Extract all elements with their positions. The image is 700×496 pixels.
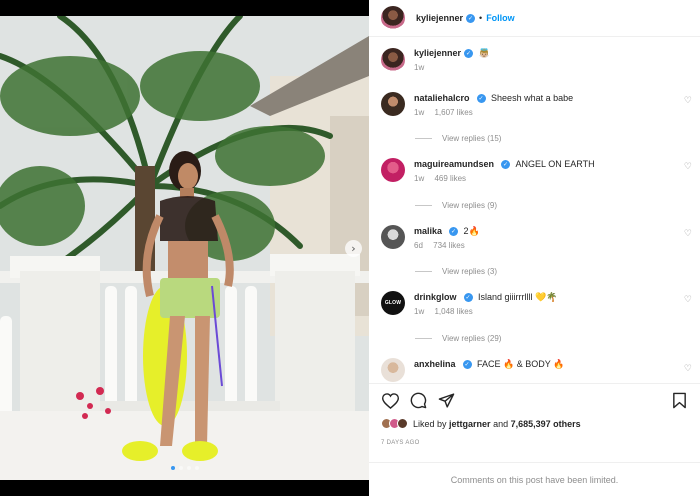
verified-badge-icon: ✓ <box>476 94 486 104</box>
carousel-dot <box>186 466 191 470</box>
view-replies-button[interactable]: View replies (3) <box>415 267 497 276</box>
comment-like-heart-icon[interactable]: ♡ <box>684 295 692 305</box>
likes-and: and <box>493 418 509 429</box>
carousel-dot <box>194 466 199 470</box>
comment-item: GLOW drinkglow ✓ Island giiirrrllll 💛🌴 1w… <box>381 291 700 316</box>
comment-text: Island giiirrrllll 💛🌴 <box>478 292 558 302</box>
liker-avatars[interactable] <box>381 418 408 429</box>
commenter-avatar[interactable] <box>381 358 405 382</box>
verified-badge-icon: ✓ <box>464 49 474 59</box>
comment-likes[interactable]: 1,048 likes <box>434 307 472 316</box>
bookmark-icon[interactable] <box>670 392 688 410</box>
comment-like-heart-icon[interactable]: ♡ <box>684 364 692 374</box>
author-avatar[interactable] <box>381 6 405 30</box>
author-avatar[interactable] <box>381 48 405 72</box>
comments-limited-notice: Comments on this post have been limited. <box>369 462 700 496</box>
view-replies-button[interactable]: View replies (15) <box>415 134 501 143</box>
post-details-panel: kyliejenner ✓ • Follow kyliejenner ✓ 👼🏼 1… <box>369 0 700 496</box>
carousel-indicator <box>0 466 369 470</box>
comment-username[interactable]: anxhelina <box>414 359 456 369</box>
send-icon[interactable] <box>437 392 455 410</box>
verified-badge-icon: ✓ <box>501 160 511 170</box>
caption-time: 1w <box>414 63 425 72</box>
comment-likes[interactable]: 734 likes <box>433 241 465 250</box>
verified-badge-icon: ✓ <box>466 13 476 23</box>
comment-text: FACE 🔥 & BODY 🔥 <box>477 359 565 369</box>
chevron-right-icon: › <box>351 242 356 255</box>
post-header: kyliejenner ✓ • Follow <box>369 0 700 37</box>
carousel-dot <box>170 466 175 470</box>
author-username[interactable]: kyliejenner <box>416 13 463 23</box>
liker-avatar <box>397 418 408 429</box>
post-actions-bar <box>369 383 700 417</box>
comment-time[interactable]: 1w <box>414 174 424 183</box>
comment-time[interactable]: 1w <box>414 108 424 117</box>
caption-username[interactable]: kyliejenner <box>414 48 461 58</box>
view-replies-button[interactable]: View replies (29) <box>415 334 501 343</box>
comment-item: maguireamundsen ✓ ANGEL ON EARTH 1w 469 l… <box>381 158 700 183</box>
view-replies-label: View replies (3) <box>442 267 497 276</box>
comment-like-heart-icon[interactable]: ♡ <box>684 229 692 239</box>
next-photo-button[interactable]: › <box>345 240 362 257</box>
comment-item: malika ✓ 2🔥 6d 734 likes ♡ <box>381 225 700 250</box>
post-caption: kyliejenner ✓ 👼🏼 1w <box>369 38 700 72</box>
likes-summary: Liked by jettgarner and 7,685,397 others <box>381 418 688 429</box>
verified-badge-icon: ✓ <box>449 227 459 237</box>
post-photo[interactable] <box>0 16 369 480</box>
comment-time[interactable]: 6d <box>414 241 423 250</box>
commenter-avatar[interactable] <box>381 225 405 249</box>
comment-time[interactable]: 1w <box>414 307 424 316</box>
comment-text: Sheesh what a babe <box>491 93 574 103</box>
carousel-dot <box>178 466 183 470</box>
replies-divider <box>415 205 432 206</box>
comment-text: ANGEL ON EARTH <box>515 159 595 169</box>
comment-likes[interactable]: 1,607 likes <box>434 108 472 117</box>
comments-list[interactable]: kyliejenner ✓ 👼🏼 1w nataliehalcro ✓ Sheesh… <box>369 38 700 382</box>
comment-text: 2🔥 <box>463 226 480 236</box>
likes-prefix: Liked by <box>413 418 447 429</box>
likes-count[interactable]: 7,685,397 others <box>511 419 581 429</box>
view-replies-label: View replies (15) <box>442 134 502 143</box>
view-replies-label: View replies (29) <box>442 334 502 343</box>
replies-divider <box>415 338 432 339</box>
comment-like-heart-icon[interactable]: ♡ <box>684 96 692 106</box>
heart-icon[interactable] <box>381 392 399 410</box>
comment-icon[interactable] <box>409 392 427 410</box>
commenter-avatar[interactable]: GLOW <box>381 291 405 315</box>
verified-badge-icon: ✓ <box>463 293 473 303</box>
comment-username[interactable]: nataliehalcro <box>414 93 470 103</box>
comment-likes[interactable]: 469 likes <box>434 174 466 183</box>
separator-dot: • <box>479 13 483 23</box>
replies-divider <box>415 271 432 272</box>
comment-username[interactable]: malika <box>414 226 442 236</box>
view-replies-label: View replies (9) <box>442 201 497 210</box>
comment-like-heart-icon[interactable]: ♡ <box>684 162 692 172</box>
post-media: › <box>0 0 369 496</box>
post-timestamp[interactable]: 7 DAYS AGO <box>381 440 420 446</box>
verified-badge-icon: ✓ <box>462 360 472 370</box>
comment-item: anxhelina ✓ FACE 🔥 & BODY 🔥 ♡ <box>381 358 700 382</box>
comment-username[interactable]: drinkglow <box>414 292 457 302</box>
comment-item: nataliehalcro ✓ Sheesh what a babe 1w 1,6… <box>381 92 700 117</box>
caption-text: 👼🏼 <box>478 48 490 58</box>
comment-username[interactable]: maguireamundsen <box>414 159 494 169</box>
follow-button[interactable]: Follow <box>486 13 515 23</box>
view-replies-button[interactable]: View replies (9) <box>415 201 497 210</box>
commenter-avatar[interactable] <box>381 158 405 182</box>
avatar-logo-text: GLOW <box>384 300 402 306</box>
replies-divider <box>415 138 432 139</box>
liked-by-user[interactable]: jettgarner <box>449 419 491 429</box>
commenter-avatar[interactable] <box>381 92 405 116</box>
